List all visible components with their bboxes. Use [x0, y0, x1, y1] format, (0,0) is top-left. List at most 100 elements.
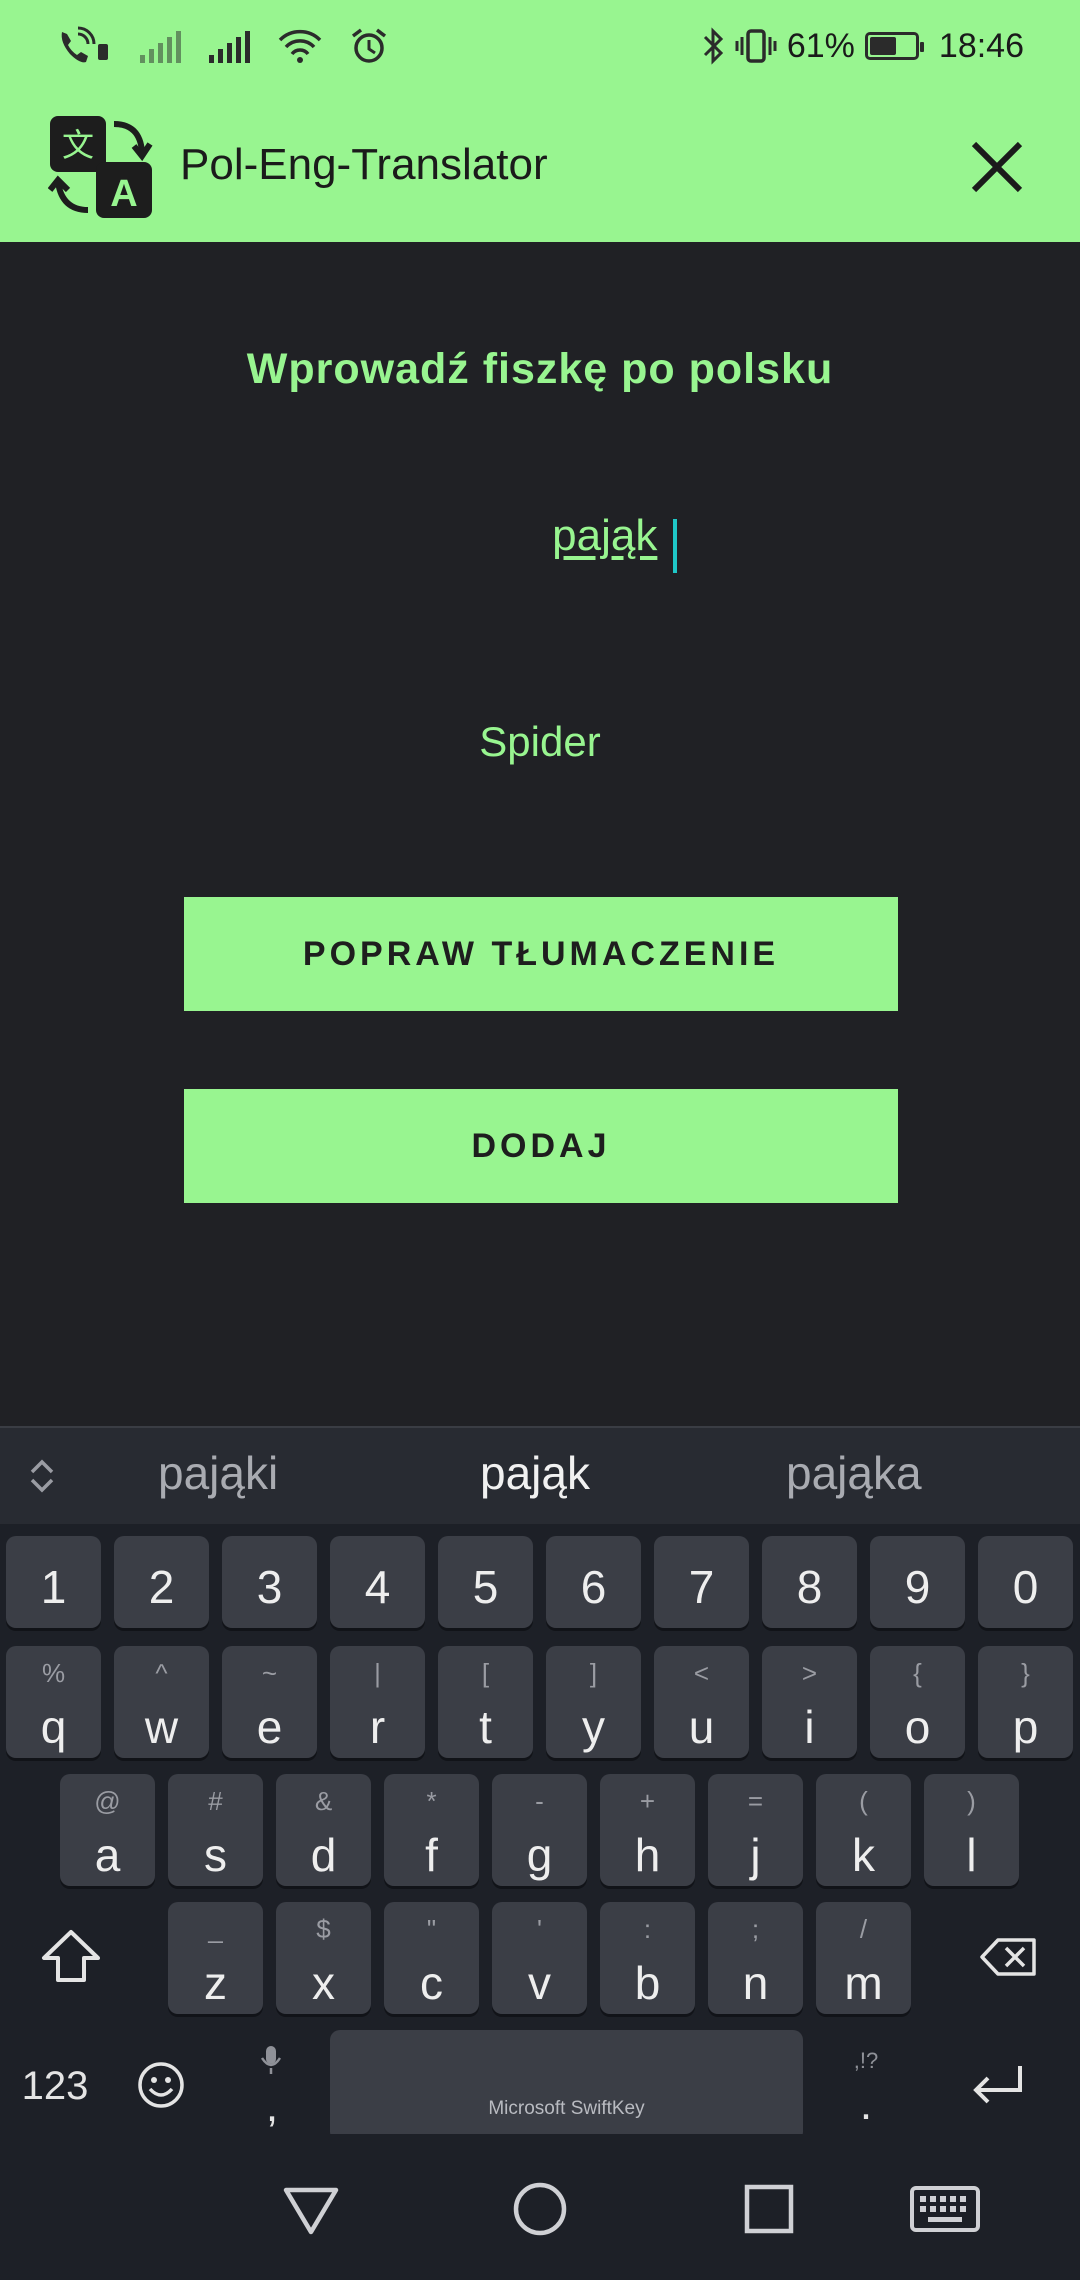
key-k[interactable]: (k [816, 1774, 911, 1886]
signal-icon [140, 29, 181, 63]
key-e[interactable]: ~ e [222, 1646, 317, 1758]
key-label: z [204, 1957, 227, 2009]
polish-word-input[interactable] [402, 510, 807, 562]
key-p[interactable]: } p [978, 1646, 1073, 1758]
key-t[interactable]: [t [438, 1646, 533, 1758]
key-w[interactable]: ^ w [114, 1646, 209, 1758]
key-d[interactable]: & d [276, 1774, 371, 1886]
key-secondary-label: = [747, 1786, 764, 1816]
key-label: o [904, 1701, 931, 1753]
number-key-6[interactable]: 6 [546, 1536, 641, 1628]
keyboard-icon[interactable] [908, 2174, 982, 2244]
clock: 18:46 [938, 26, 1024, 65]
suggestion-left[interactable]: pająki [158, 1446, 278, 1500]
suggestion-right[interactable]: pająka [786, 1446, 922, 1500]
space-bar[interactable]: Microsoft SwiftKey [330, 2030, 803, 2142]
key-label: m [844, 1957, 883, 2009]
key-label: 0 [1012, 1561, 1039, 1613]
key-secondary-label: @ [94, 1786, 121, 1816]
key-s[interactable]: # s [168, 1774, 263, 1886]
correct-translation-button[interactable]: POPRAW TŁUMACZENIE [184, 897, 898, 1011]
key-c[interactable]: " c [384, 1902, 479, 2014]
number-key-4[interactable]: 4 [330, 1536, 425, 1628]
close-icon[interactable] [962, 132, 1032, 202]
key-label: v [528, 1957, 551, 2009]
key-secondary-label: % [41, 1658, 66, 1688]
key-r[interactable]: | r [330, 1646, 425, 1758]
key-n[interactable]: ; n [708, 1902, 803, 2014]
key-label: 3 [256, 1561, 283, 1613]
number-key-7[interactable]: 7 [654, 1536, 749, 1628]
key-u[interactable]: < u [654, 1646, 749, 1758]
key-secondary-label: ) [967, 1786, 976, 1816]
number-key-0[interactable]: 0 [978, 1536, 1073, 1628]
enter-icon[interactable] [970, 2060, 1026, 2108]
comma-label: , [265, 2082, 279, 2131]
key-h[interactable]: + h [600, 1774, 695, 1886]
number-key-8[interactable]: 8 [762, 1536, 857, 1628]
key-label: p [1012, 1701, 1039, 1753]
key-v[interactable]: ' v [492, 1902, 587, 2014]
key-label: n [742, 1957, 769, 2009]
page-heading: Wprowadź fiszkę po polsku [246, 345, 834, 393]
shift-icon[interactable] [38, 1928, 104, 1984]
key-g[interactable]: -g [492, 1774, 587, 1886]
key-f[interactable]: * f [384, 1774, 479, 1886]
comma-key[interactable]: , [232, 2040, 312, 2140]
number-key-3[interactable]: 3 [222, 1536, 317, 1628]
key-j[interactable]: = j [708, 1774, 803, 1886]
backspace-icon[interactable] [980, 1936, 1038, 1978]
number-key-5[interactable]: 5 [438, 1536, 533, 1628]
key-o[interactable]: {o [870, 1646, 965, 1758]
translate-icon: 文 A [48, 116, 153, 218]
key-secondary-label: * [426, 1786, 437, 1816]
status-left-icons [56, 22, 388, 70]
key-x[interactable]: $ x [276, 1902, 371, 2014]
key-secondary-label: & [314, 1786, 333, 1816]
key-label: b [634, 1957, 661, 2009]
key-label: q [40, 1701, 67, 1753]
key-label: x [312, 1957, 335, 2009]
key-label: w [144, 1701, 179, 1753]
number-key-1[interactable]: 1 [6, 1536, 101, 1628]
svg-text:文: 文 [62, 126, 94, 164]
key-secondary-label: ( [859, 1786, 868, 1816]
number-key-2[interactable]: 2 [114, 1536, 209, 1628]
microphone-icon [260, 2046, 282, 2074]
key-label: r [369, 1701, 386, 1753]
period-key[interactable]: ,!? . [826, 2040, 906, 2140]
key-a[interactable]: @ a [60, 1774, 155, 1886]
suggestion-center[interactable]: pająk [480, 1446, 590, 1500]
key-secondary-label: - [535, 1786, 544, 1816]
period-sub-label: ,!? [853, 2048, 879, 2073]
space-bar-label: Microsoft SwiftKey [488, 2098, 645, 2119]
number-key-9[interactable]: 9 [870, 1536, 965, 1628]
key-m[interactable]: / m [816, 1902, 911, 2014]
svg-text:A: A [110, 173, 137, 215]
key-secondary-label: / [859, 1914, 868, 1944]
key-label: 7 [688, 1561, 715, 1613]
key-label: s [204, 1829, 227, 1881]
add-button[interactable]: DODAJ [184, 1089, 898, 1203]
key-label: d [310, 1829, 337, 1881]
key-z[interactable]: _ z [168, 1902, 263, 2014]
home-icon[interactable] [505, 2174, 575, 2244]
back-icon[interactable] [276, 2174, 346, 2244]
app-bar: 文 A Pol-Eng-Translator [0, 92, 1080, 242]
key-q[interactable]: % q [6, 1646, 101, 1758]
key-y[interactable]: ] y [546, 1646, 641, 1758]
key-i[interactable]: > i [762, 1646, 857, 1758]
translation-text: Spider [479, 718, 601, 765]
expand-toolbar-icon[interactable] [22, 1456, 62, 1496]
numbers-key[interactable]: 123 [10, 2056, 100, 2116]
suggestion-bar: pająki pająk pająka [0, 1426, 1080, 1524]
emoji-icon[interactable] [136, 2060, 186, 2110]
key-b[interactable]: :b [600, 1902, 695, 2014]
key-secondary-label: ~ [261, 1658, 278, 1688]
recents-icon[interactable] [734, 2174, 804, 2244]
key-label: 8 [796, 1561, 823, 1613]
key-l[interactable]: ) l [924, 1774, 1019, 1886]
key-secondary-label: > [801, 1658, 818, 1688]
text-cursor [673, 518, 678, 573]
battery-icon [864, 32, 924, 60]
